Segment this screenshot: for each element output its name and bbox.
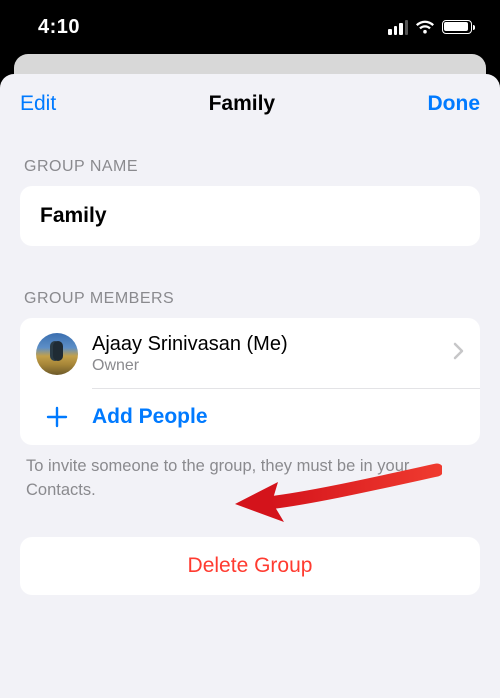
group-name-input[interactable]: Family: [20, 186, 480, 246]
cellular-signal-icon: [388, 20, 408, 35]
plus-icon: [42, 406, 72, 428]
member-name: Ajaay Srinivasan (Me): [92, 332, 453, 356]
add-people-button[interactable]: Add People: [20, 389, 480, 445]
member-role: Owner: [92, 357, 453, 375]
group-members-section-header: GROUP MEMBERS: [20, 290, 480, 308]
edit-group-sheet: Edit Family Done GROUP NAME Family GROUP…: [0, 74, 500, 698]
add-people-label: Add People: [92, 405, 208, 429]
navigation-bar: Edit Family Done: [0, 74, 500, 134]
group-name-section-header: GROUP NAME: [20, 158, 480, 176]
chevron-right-icon: [453, 342, 464, 365]
group-name-card: Family: [20, 186, 480, 246]
member-row[interactable]: Ajaay Srinivasan (Me) Owner: [20, 318, 480, 389]
status-time: 4:10: [38, 16, 80, 39]
page-title: Family: [209, 92, 276, 116]
edit-button[interactable]: Edit: [20, 92, 56, 116]
avatar: [36, 333, 78, 375]
group-members-card: Ajaay Srinivasan (Me) Owner Add People: [20, 318, 480, 445]
delete-group-button[interactable]: Delete Group: [20, 537, 480, 595]
delete-group-card: Delete Group: [20, 537, 480, 595]
done-button[interactable]: Done: [428, 92, 481, 116]
battery-icon: [442, 20, 472, 34]
status-bar: 4:10: [0, 0, 500, 54]
wifi-icon: [415, 20, 435, 35]
status-indicators: [388, 20, 472, 35]
invite-footer-note: To invite someone to the group, they mus…: [20, 445, 480, 503]
